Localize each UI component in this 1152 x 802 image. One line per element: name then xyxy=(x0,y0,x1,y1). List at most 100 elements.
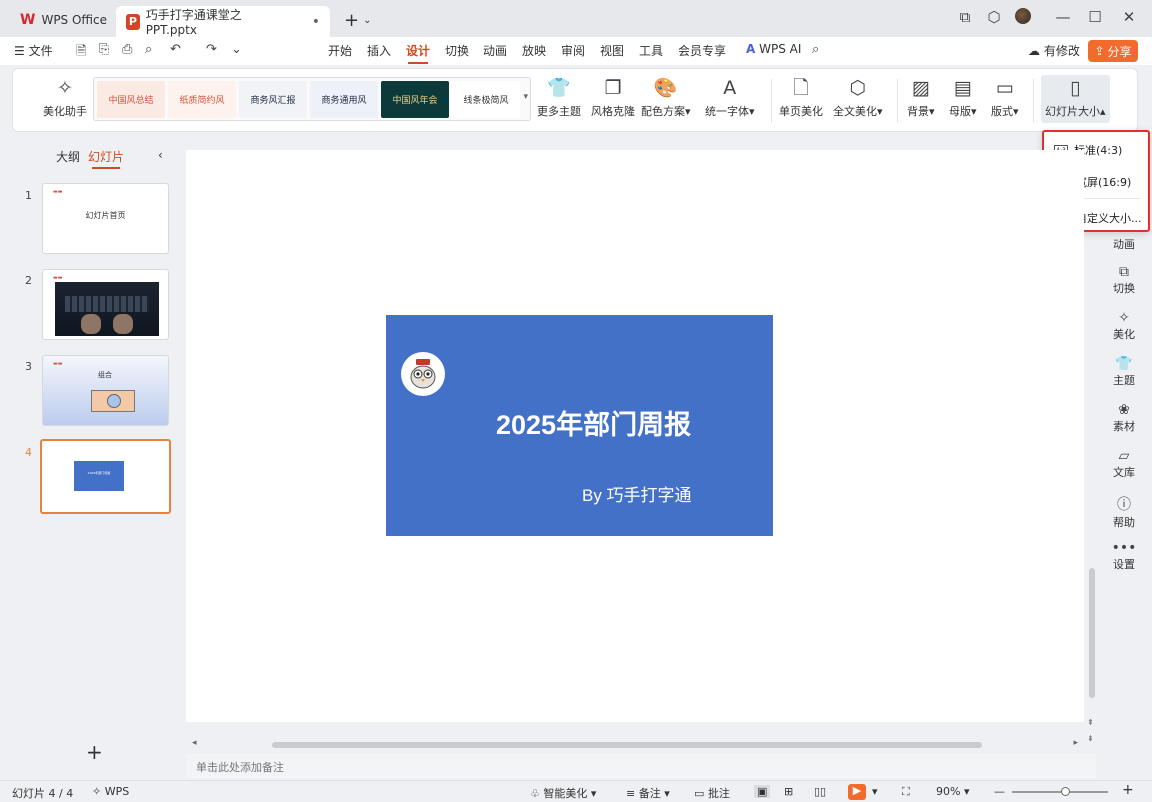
sidebar-item-settings[interactable]: ••• 设置 xyxy=(1100,540,1148,572)
minimize-icon[interactable]: — xyxy=(1052,8,1074,26)
sidebar-item-material[interactable]: ❀ 素材 xyxy=(1100,402,1148,434)
slide-thumbnail[interactable]: ▬▬ xyxy=(42,269,169,340)
sidebar-label: 素材 xyxy=(1113,420,1135,433)
scroll-right-icon[interactable]: ▸ xyxy=(1073,738,1078,748)
notes-area[interactable]: 单击此处添加备注 xyxy=(186,754,1096,778)
menu-tools[interactable]: 工具 xyxy=(639,42,663,59)
menu-animation[interactable]: 动画 xyxy=(483,42,507,59)
background-button[interactable]: ▨ 背景▾ xyxy=(907,75,935,119)
magic-wand-icon: ✧ xyxy=(1118,310,1130,326)
menu-review[interactable]: 审阅 xyxy=(561,42,585,59)
has-changes-label: 有修改 xyxy=(1043,44,1080,58)
slide-size-button[interactable]: ▯ 幻灯片大小▴ xyxy=(1041,75,1110,123)
add-slide-button[interactable]: + xyxy=(86,740,103,764)
slide-title[interactable]: 2025年部门周报 xyxy=(496,403,691,442)
new-tab-button[interactable]: + ⌄ xyxy=(334,6,381,34)
more-themes-label: 更多主题 xyxy=(537,105,581,118)
undo-icon[interactable]: ↶ xyxy=(170,42,181,57)
reading-view-icon[interactable]: ▯▯ xyxy=(814,785,826,798)
collapse-panel-icon[interactable]: ‹ xyxy=(158,148,163,162)
search-icon[interactable]: ⌕ xyxy=(812,42,819,57)
wps-status-button[interactable]: ✧ WPS xyxy=(92,785,129,798)
color-scheme-button[interactable]: 🎨 配色方案▾ xyxy=(641,75,691,119)
menu-transition[interactable]: 切换 xyxy=(445,42,469,59)
more-themes-button[interactable]: 👕 更多主题 xyxy=(537,75,581,119)
theme-item[interactable]: 商务通用风 xyxy=(310,81,378,118)
menu-member[interactable]: 会员专享 xyxy=(678,42,726,59)
sidebar-item-help[interactable]: ⓘ 帮助 xyxy=(1100,494,1148,530)
zoom-out-icon[interactable]: — xyxy=(994,785,1005,798)
print-preview-icon[interactable]: ⌕ xyxy=(145,42,152,57)
gallery-expand-icon[interactable]: ▾ xyxy=(523,92,528,102)
cube-icon[interactable]: ⬡ xyxy=(983,8,1005,26)
style-clone-button[interactable]: ❐ 风格克隆 xyxy=(591,75,635,119)
master-button[interactable]: ▤ 母版▾ xyxy=(949,75,977,119)
theme-item[interactable]: 中国风总结 xyxy=(97,81,165,118)
outline-tab[interactable]: 大纲 xyxy=(56,148,80,165)
sidebar-item-theme[interactable]: 👕 主题 xyxy=(1100,356,1148,388)
more-chevron-icon[interactable]: ⌄ xyxy=(231,42,242,57)
zoom-slider-knob[interactable] xyxy=(1060,787,1070,796)
full-text-beautify-button[interactable]: ⬡ 全文美化▾ xyxy=(833,75,883,119)
normal-view-icon[interactable]: ▣ xyxy=(754,785,771,798)
document-tab[interactable]: P 巧手打字通课堂之PPT.pptx • xyxy=(116,6,330,37)
slide-thumb-text: 幻灯片首页 xyxy=(85,211,126,220)
redo-icon[interactable]: ↷ xyxy=(206,42,217,57)
menu-view[interactable]: 视图 xyxy=(600,42,624,59)
export-pdf-icon[interactable]: ⎘ xyxy=(99,42,109,57)
smart-beautify-button[interactable]: ♧ 智能美化 ▾ xyxy=(530,785,596,801)
comments-button[interactable]: ▭ 批注 xyxy=(694,785,730,801)
zoom-level[interactable]: 90% ▾ xyxy=(936,785,969,798)
vertical-scrollbar[interactable]: ⇞ ⇟ xyxy=(1086,150,1098,750)
slides-tab[interactable]: 幻灯片 xyxy=(88,148,124,169)
print-icon[interactable]: ⎙ xyxy=(122,42,132,57)
share-button[interactable]: ⇪ 分享 xyxy=(1088,40,1138,62)
theme-item[interactable]: 商务风汇报 xyxy=(239,81,307,118)
slides-panel: 大纲 幻灯片 ‹ 1 ▬▬ 幻灯片首页 2 ▬▬ 3 ▬▬ 组合 4 2025年… xyxy=(0,136,184,776)
wps-ai-button[interactable]: A WPS AI xyxy=(746,42,801,56)
maximize-icon[interactable]: ☐ xyxy=(1084,8,1106,26)
sidebar-item-library[interactable]: ▱ 文库 xyxy=(1100,448,1148,480)
notes-toggle-button[interactable]: ≡ 备注 ▾ xyxy=(626,785,670,801)
slide-subtitle[interactable]: By 巧手打字通 xyxy=(582,481,692,506)
scroll-thumb[interactable] xyxy=(1089,568,1095,698)
next-slide-icon[interactable]: ⇟ xyxy=(1087,734,1094,743)
zoom-in-icon[interactable]: + xyxy=(1122,782,1134,798)
theme-item[interactable]: 中国风年会 xyxy=(381,81,449,118)
slide-thumbnail[interactable]: ▬▬ 组合 xyxy=(42,355,169,426)
prev-slide-icon[interactable]: ⇞ xyxy=(1087,718,1094,727)
single-page-beautify-button[interactable]: 🗋 单页美化 xyxy=(779,75,823,119)
slide-thumb-text: 2025年部门周报 xyxy=(87,471,111,475)
menu-insert[interactable]: 插入 xyxy=(367,42,391,59)
play-options-chevron-icon[interactable]: ▾ xyxy=(872,785,878,798)
avatar[interactable] xyxy=(1012,8,1034,28)
file-menu[interactable]: ☰ 文件 xyxy=(14,42,53,59)
slide-thumbnail-selected[interactable]: 2025年部门周报 xyxy=(40,439,171,514)
tab-close-dot-icon[interactable]: • xyxy=(312,14,320,30)
sidebar-item-beautify[interactable]: ✧ 美化 xyxy=(1100,310,1148,342)
close-icon[interactable]: ✕ xyxy=(1118,8,1140,26)
horizontal-scrollbar[interactable]: ◂ ▸ xyxy=(186,738,1084,752)
tab-list-icon[interactable]: ⧉ xyxy=(954,8,976,26)
home-tab[interactable]: W WPS Office xyxy=(10,6,117,34)
beautify-assistant-button[interactable]: ✧ 美化助手 xyxy=(43,75,87,119)
sidebar-item-animation[interactable]: 动画 xyxy=(1100,236,1148,252)
menu-design[interactable]: 设计 xyxy=(406,42,430,64)
has-changes-button[interactable]: ☁ 有修改 xyxy=(1028,42,1080,59)
slide-thumbnail[interactable]: ▬▬ 幻灯片首页 xyxy=(42,183,169,254)
sorter-view-icon[interactable]: ⊞ xyxy=(784,785,793,798)
save-icon[interactable]: 🗎 xyxy=(76,42,86,64)
current-slide[interactable]: 2025年部门周报 By 巧手打字通 xyxy=(386,315,773,536)
theme-item[interactable]: 纸质简约风 xyxy=(168,81,236,118)
scroll-thumb[interactable] xyxy=(272,742,982,748)
unify-font-button[interactable]: A 统一字体▾ xyxy=(705,75,755,119)
menu-start[interactable]: 开始 xyxy=(328,42,352,59)
scroll-left-icon[interactable]: ◂ xyxy=(192,738,197,748)
menu-slideshow[interactable]: 放映 xyxy=(522,42,546,59)
fit-window-icon[interactable]: ⛶ xyxy=(902,785,910,799)
play-slideshow-icon[interactable]: ▶ xyxy=(848,784,866,800)
layout-button[interactable]: ▭ 版式▾ xyxy=(991,75,1019,119)
sidebar-item-transition[interactable]: ⧉ 切换 xyxy=(1100,264,1148,296)
zoom-slider[interactable] xyxy=(1012,787,1108,796)
theme-item[interactable]: 线条极简风 xyxy=(452,81,520,118)
